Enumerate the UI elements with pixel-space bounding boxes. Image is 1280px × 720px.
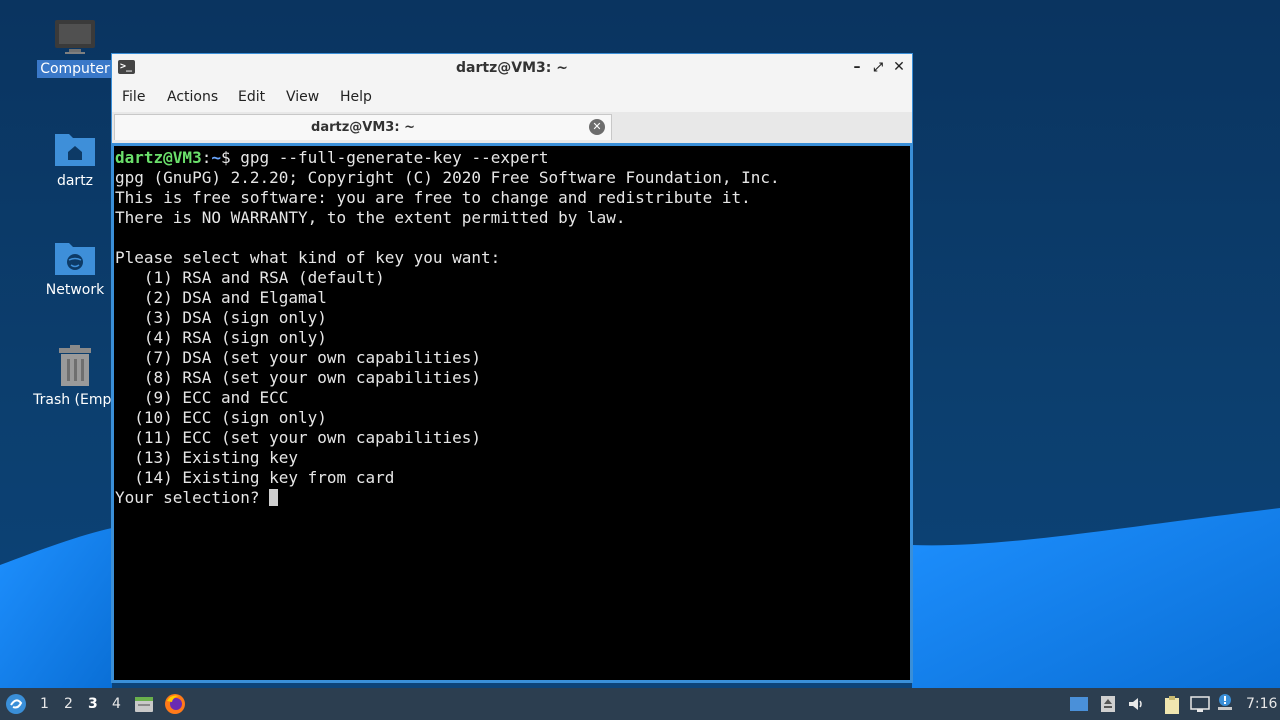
desktop-icon-trash[interactable]: Trash (Empt: [25, 345, 125, 409]
firefox-icon[interactable]: [164, 693, 186, 715]
menu-view[interactable]: View: [286, 89, 319, 105]
desktop-show-icon[interactable]: [1069, 695, 1089, 713]
workspace-4[interactable]: 4: [112, 696, 121, 712]
output-line: (11) ECC (set your own capabilities): [115, 428, 482, 447]
network-folder-icon: [55, 243, 95, 275]
tab-close-icon[interactable]: ✕: [589, 119, 605, 135]
output-line: (3) DSA (sign only): [115, 308, 327, 327]
prompt-user: dartz@VM3: [115, 148, 202, 167]
menu-file[interactable]: File: [122, 89, 145, 105]
output-line: (1) RSA and RSA (default): [115, 268, 385, 287]
clipboard-icon[interactable]: [1163, 695, 1181, 715]
desktop-icon-computer[interactable]: Computer: [25, 18, 125, 78]
notification-icon[interactable]: [1215, 693, 1235, 713]
window-title: dartz@VM3: ~: [456, 60, 568, 76]
output-line: There is NO WARRANTY, to the extent perm…: [115, 208, 626, 227]
maximize-button[interactable]: ⤢: [869, 58, 887, 76]
prompt-path: ~: [211, 148, 221, 167]
workspace-3[interactable]: 3: [88, 696, 98, 712]
text-cursor: [269, 489, 279, 506]
desktop-icon-label: Computer: [37, 60, 113, 78]
window-titlebar[interactable]: >_ dartz@VM3: ~ – ⤢ ✕: [112, 54, 912, 82]
input-line[interactable]: Your selection?: [115, 488, 910, 508]
output-line: This is free software: you are free to c…: [115, 188, 751, 207]
terminal-output[interactable]: dartz@VM3:~$ gpg --full-generate-key --e…: [114, 146, 910, 680]
desktop-icon-label: Trash (Empt: [33, 392, 117, 408]
output-line: (2) DSA and Elgamal: [115, 288, 327, 307]
volume-icon[interactable]: [1127, 695, 1145, 713]
menu-edit[interactable]: Edit: [238, 89, 265, 105]
output-line: (14) Existing key from card: [115, 468, 395, 487]
output-line: (9) ECC and ECC: [115, 388, 289, 407]
start-menu-icon[interactable]: [5, 693, 27, 715]
tab-label: dartz@VM3: ~: [311, 120, 415, 135]
eject-icon[interactable]: [1100, 695, 1116, 713]
tab-bar: dartz@VM3: ~ ✕: [112, 112, 912, 143]
terminal-window: >_ dartz@VM3: ~ – ⤢ ✕ File Actions Edit …: [111, 53, 913, 683]
desktop-icon-network[interactable]: Network: [25, 237, 125, 299]
menu-help[interactable]: Help: [340, 89, 372, 105]
command-text: gpg --full-generate-key --expert: [240, 148, 549, 167]
file-manager-icon[interactable]: [134, 694, 154, 714]
output-line: Please select what kind of key you want:: [115, 248, 501, 267]
output-line: (4) RSA (sign only): [115, 328, 327, 347]
output-line: (13) Existing key: [115, 448, 299, 467]
network-monitor-icon[interactable]: [1190, 695, 1210, 713]
minimize-button[interactable]: –: [848, 58, 866, 76]
clock[interactable]: 7:16: [1246, 696, 1277, 712]
output-line: (8) RSA (set your own capabilities): [115, 368, 482, 387]
close-button[interactable]: ✕: [890, 58, 908, 76]
output-line: gpg (GnuPG) 2.2.20; Copyright (C) 2020 F…: [115, 168, 780, 187]
workspace-1[interactable]: 1: [40, 696, 49, 712]
desktop-icon-label: dartz: [56, 173, 94, 189]
desktop-icon-home[interactable]: dartz: [25, 128, 125, 190]
home-folder-icon: [55, 134, 95, 166]
desktop-icon-label: Network: [45, 282, 105, 298]
prompt-separator: :: [201, 148, 212, 167]
output-line: (7) DSA (set your own capabilities): [115, 348, 482, 367]
trash-icon: [59, 345, 91, 386]
menu-actions[interactable]: Actions: [167, 89, 218, 105]
menu-bar: File Actions Edit View Help: [112, 82, 912, 112]
input-prompt: Your selection?: [115, 488, 270, 507]
prompt-dollar: $: [220, 148, 241, 167]
output-line: (10) ECC (sign only): [115, 408, 327, 427]
monitor-icon: [55, 20, 95, 54]
taskbar: 1 2 3 4 7:16: [0, 688, 1280, 720]
tab-terminal[interactable]: dartz@VM3: ~ ✕: [114, 114, 612, 140]
prompt-line: dartz@VM3:~$ gpg --full-generate-key --e…: [115, 148, 910, 168]
workspace-2[interactable]: 2: [64, 696, 73, 712]
